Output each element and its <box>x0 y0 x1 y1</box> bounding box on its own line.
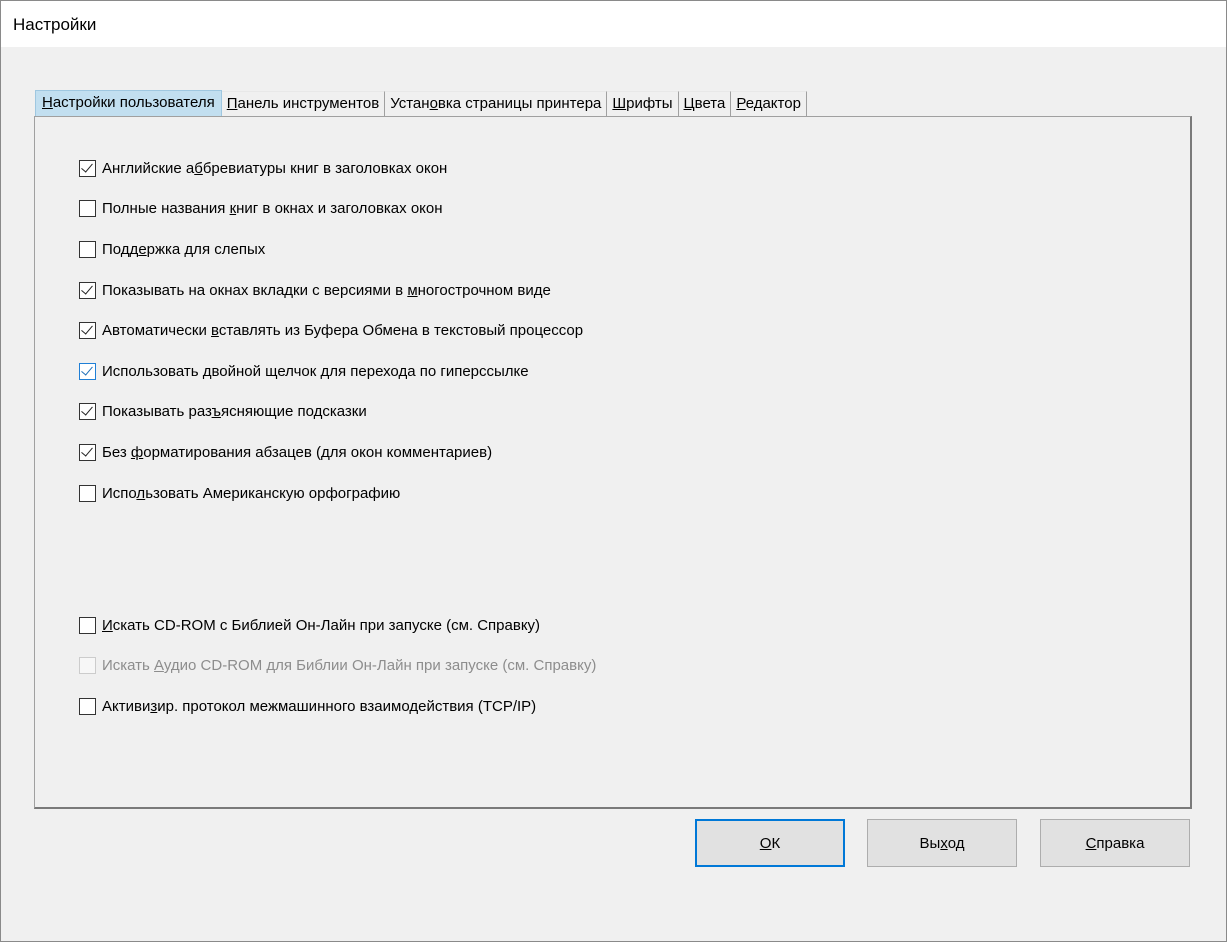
option-label: Показывать на окнах вкладки с версиями в… <box>102 281 551 299</box>
option-english-abbreviations[interactable]: Английские аббревиатуры книг в заголовка… <box>79 157 447 179</box>
tab-label: вка страницы принтера <box>437 95 602 112</box>
option-blind-support[interactable]: Поддержка для слепых <box>79 238 265 260</box>
tab-printer-page-setup[interactable]: Установка страницы принтера <box>385 91 608 117</box>
checkbox[interactable] <box>79 199 96 217</box>
option-label: Использовать Американскую орфографию <box>102 484 401 502</box>
window-title: Настройки <box>13 15 97 34</box>
checkbox[interactable] <box>79 281 96 299</box>
option-show-tooltips[interactable]: Показывать разъясняющие подсказки <box>79 400 367 422</box>
checkbox[interactable] <box>79 362 96 380</box>
tab-user-settings[interactable]: Настройки пользователя <box>35 90 222 117</box>
tab-label-mnemonic: Ц <box>683 95 695 112</box>
tab-label-mnemonic: Н <box>42 94 53 111</box>
tab-label: астройки пользователя <box>52 94 215 111</box>
option-label: Автоматически вставлять из Буфера Обмена… <box>102 321 584 339</box>
tab-label: вета <box>694 95 726 112</box>
option-search-audio-cdrom: Искать Аудио CD-ROM для Библии Он-Лайн п… <box>79 654 596 676</box>
option-label: Полные названия книг в окнах и заголовка… <box>102 199 443 217</box>
option-multiline-version-tabs[interactable]: Показывать на окнах вкладки с версиями в… <box>79 279 551 301</box>
checkbox[interactable] <box>79 443 96 461</box>
tab-colors[interactable]: Цвета <box>678 91 732 117</box>
settings-dialog: Настройки Настройки пользователя Панель … <box>0 0 1227 942</box>
tab-panel-user-settings: Английские аббревиатуры книг в заголовка… <box>34 116 1192 809</box>
tab-editor[interactable]: Редактор <box>731 91 807 117</box>
checkbox[interactable] <box>79 402 96 420</box>
checkbox[interactable] <box>79 240 96 258</box>
checkbox[interactable] <box>79 159 96 177</box>
option-label: Поддержка для слепых <box>102 240 266 258</box>
tab-fonts[interactable]: Шрифты <box>607 91 679 117</box>
option-label: Искать Аудио CD-ROM для Библии Он-Лайн п… <box>102 656 597 674</box>
tab-label: анель инструментов <box>237 95 380 112</box>
tab-label-mnemonic: П <box>226 95 238 112</box>
exit-button[interactable]: Выход <box>867 819 1017 867</box>
option-american-spelling[interactable]: Использовать Американскую орфографию <box>79 482 400 504</box>
tab-label-mnemonic: о <box>429 95 438 112</box>
tab-strip: Настройки пользователя Панель инструмент… <box>35 90 807 117</box>
option-label: Активизир. протокол межмашинного взаимод… <box>102 697 537 715</box>
tab-label: Устан <box>390 95 430 112</box>
tab-toolbar[interactable]: Панель инструментов <box>221 91 386 117</box>
help-button[interactable]: Справка <box>1040 819 1190 867</box>
checkbox[interactable] <box>79 697 96 715</box>
checkbox[interactable] <box>79 616 96 634</box>
tab-label-mnemonic: Ш <box>612 95 627 112</box>
ok-button[interactable]: ОК <box>695 819 845 867</box>
option-auto-paste-clipboard[interactable]: Автоматически вставлять из Буфера Обмена… <box>79 319 583 341</box>
tab-label: рифты <box>626 95 673 112</box>
option-label: Английские аббревиатуры книг в заголовка… <box>102 159 448 177</box>
option-full-book-names[interactable]: Полные названия книг в окнах и заголовка… <box>79 197 443 219</box>
checkbox[interactable] <box>79 321 96 339</box>
button-label: ОК <box>759 834 781 852</box>
option-label: Использовать двойной щелчок для перехода… <box>102 362 529 380</box>
option-label: Без форматирования абзацев (для окон ком… <box>102 443 493 461</box>
title-bar: Настройки <box>1 1 1226 47</box>
option-tcpip-protocol[interactable]: Активизир. протокол межмашинного взаимод… <box>79 695 536 717</box>
tab-label: едактор <box>745 95 801 112</box>
checkbox <box>79 656 96 674</box>
option-label: Показывать разъясняющие подсказки <box>102 402 367 420</box>
button-label: Справка <box>1085 834 1145 852</box>
button-label: Выход <box>919 834 965 852</box>
option-no-paragraph-formatting[interactable]: Без форматирования абзацев (для окон ком… <box>79 441 492 463</box>
option-double-click-hyperlink[interactable]: Использовать двойной щелчок для перехода… <box>79 360 529 382</box>
tab-label-mnemonic: Р <box>736 95 746 112</box>
option-label: Искать CD-ROM с Библией Он-Лайн при запу… <box>102 616 541 634</box>
checkbox[interactable] <box>79 484 96 502</box>
option-search-bible-cdrom[interactable]: Искать CD-ROM с Библией Он-Лайн при запу… <box>79 614 540 636</box>
